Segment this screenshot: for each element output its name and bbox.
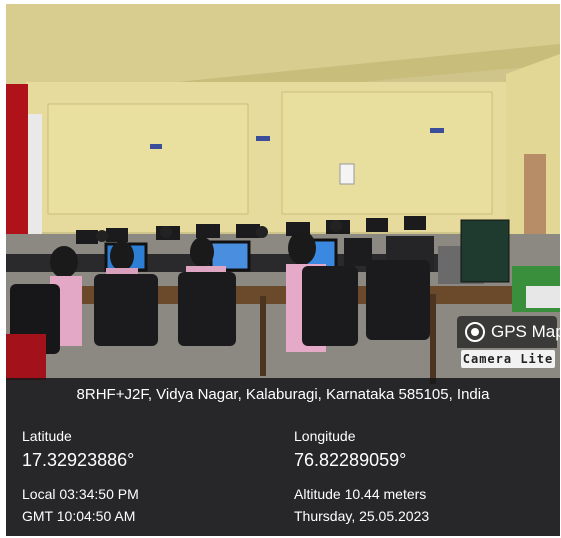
- badge-subtitle: Camera Lite: [461, 350, 555, 368]
- badge-header: GPS Map: [457, 316, 561, 348]
- date-text: Thursday, 25.05.2023: [294, 508, 430, 524]
- longitude-label: Longitude: [294, 428, 356, 444]
- location-pin-icon: [465, 322, 485, 342]
- gmt-time: GMT 10:04:50 AM: [22, 508, 136, 524]
- longitude-value: 76.82289059°: [294, 450, 407, 470]
- geotag-photo-frame: GPS Map Camera Lite 8RHF+J2F, Vidya Naga…: [0, 0, 561, 538]
- latitude-value: 17.32923886°: [22, 450, 135, 470]
- badge-title: GPS Map: [491, 322, 561, 341]
- local-time: Local 03:34:50 PM: [22, 486, 139, 502]
- geotag-info-panel: 8RHF+J2F, Vidya Nagar, Kalaburagi, Karna…: [6, 378, 560, 536]
- address-text: 8RHF+J2F, Vidya Nagar, Kalaburagi, Karna…: [76, 386, 490, 403]
- left-border: [0, 0, 6, 538]
- gps-map-camera-badge: GPS Map Camera Lite: [457, 316, 561, 372]
- altitude-text: Altitude 10.44 meters: [294, 486, 427, 502]
- latitude-label: Latitude: [22, 428, 72, 444]
